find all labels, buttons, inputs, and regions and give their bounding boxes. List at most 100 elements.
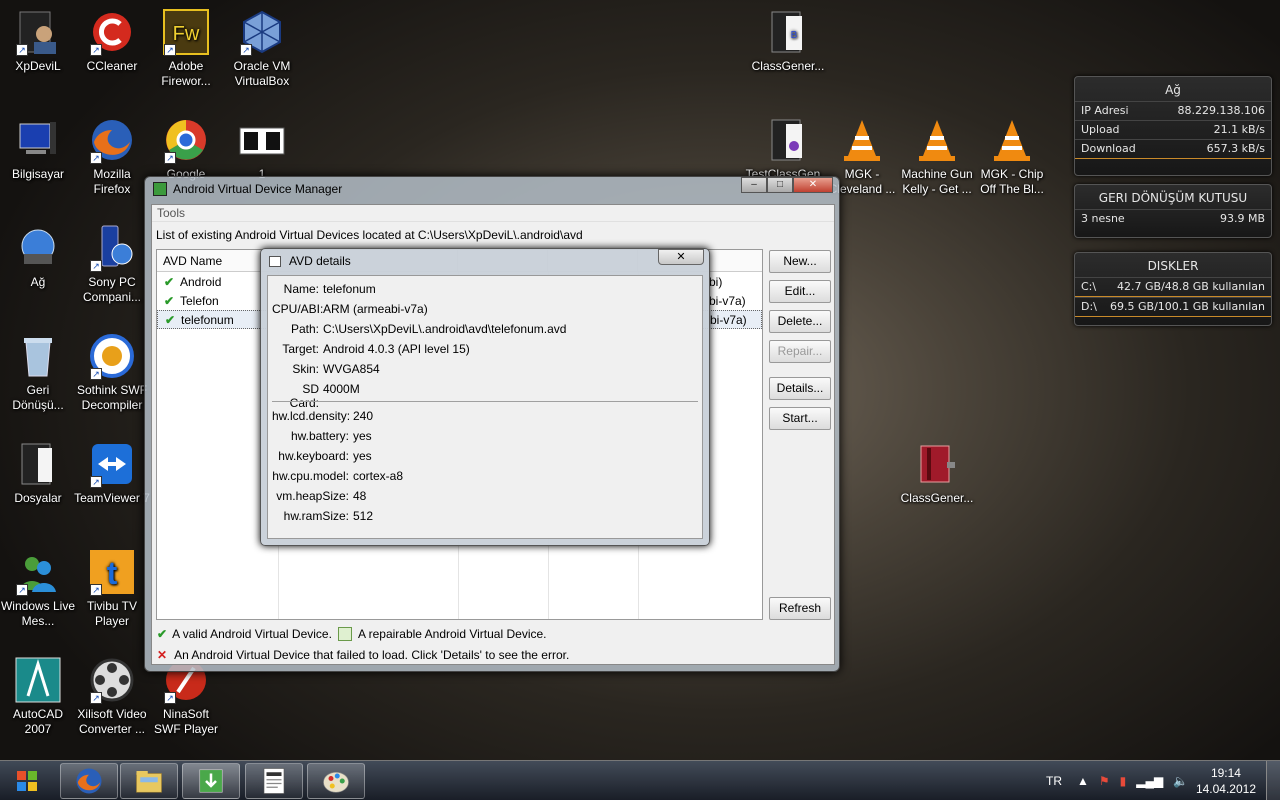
legend-row: ✕ An Android Virtual Device that failed …	[157, 648, 570, 662]
desktop-icon-tivibu[interactable]: t ↗ Tivibu TV Player	[74, 548, 150, 629]
desktop-icon-teamviewer[interactable]: ↗ TeamViewer 7	[74, 440, 150, 506]
valid-check-icon: ✔	[165, 312, 176, 327]
desktop-icon-image[interactable]: 1	[224, 116, 300, 182]
detail-field: Name: telefonum	[283, 282, 376, 296]
gadget-row: C:\ 42.7 GB/48.8 GB kullanılan	[1075, 277, 1271, 297]
gadget-row: IP Adresi 88.229.138.106	[1075, 101, 1271, 120]
minimize-icon[interactable]: –	[741, 177, 767, 193]
avd-manager-icon	[199, 769, 223, 793]
svg-text:B: B	[791, 30, 798, 41]
show-desktop-button[interactable]	[1266, 761, 1280, 800]
hw-field: hw.keyboard: yes	[278, 449, 372, 463]
language-indicator[interactable]: TR	[1046, 761, 1062, 800]
taskbar-avd-manager[interactable]	[182, 763, 240, 799]
gadget-row: D:\ 69.5 GB/100.1 GB kullanılan	[1075, 297, 1271, 317]
title-bar[interactable]: Android Virtual Device Manager	[145, 177, 839, 201]
desktop-icon-files[interactable]: Dosyalar	[0, 440, 76, 506]
computer-icon	[14, 116, 62, 164]
desktop-icon-network[interactable]: Ağ	[0, 224, 76, 290]
taskbar-notepad[interactable]	[245, 763, 303, 799]
edit-button[interactable]: Edit...	[769, 280, 831, 303]
valid-check-icon: ✔	[157, 627, 168, 641]
start-button[interactable]	[2, 763, 52, 799]
notepad-icon	[263, 768, 285, 794]
desktop-icon-classgen-2[interactable]: ClassGener...	[898, 440, 976, 506]
taskbar-paint[interactable]	[307, 763, 365, 799]
chrome-icon: ↗	[162, 116, 210, 164]
teamviewer-icon: ↗	[88, 440, 136, 488]
folder-icon	[14, 440, 62, 488]
tivibu-icon: t ↗	[88, 548, 136, 596]
menu-bar: Tools	[152, 205, 834, 222]
desktop-icon-sothink[interactable]: ↗ Sothink SWF Decompiler	[74, 332, 150, 413]
svg-text:Fw: Fw	[173, 23, 200, 45]
desktop-icon-chrome[interactable]: ↗ Google	[148, 116, 224, 182]
desktop-icon-testclassgen[interactable]: TestClassGen...	[746, 116, 830, 182]
delete-button[interactable]: Delete...	[769, 310, 831, 333]
clock-date: 14.04.2012	[1195, 782, 1256, 796]
firefox-icon: ↗	[88, 116, 136, 164]
desktop-icon-computer[interactable]: Bilgisayar	[0, 116, 76, 182]
menu-tools[interactable]: Tools	[157, 206, 185, 220]
windows-logo-icon	[17, 771, 37, 791]
messenger-icon: ↗	[14, 548, 62, 596]
dialog-title: AVD details	[289, 254, 351, 268]
desktop-icon-vlc-3[interactable]: MGK - Chip Off The Bl...	[973, 116, 1051, 197]
taskbar-firefox[interactable]	[60, 763, 118, 799]
avd-details-dialog: AVD details ✕ Name: telefonum CPU/ABI: ARM…	[260, 248, 710, 546]
volume-icon[interactable]: 🔈	[1173, 774, 1188, 788]
legend-row: ✔ A valid Android Virtual Device. A repa…	[157, 627, 547, 641]
desktop-icon-recycle-bin[interactable]: Geri Dönüşü...	[0, 332, 76, 413]
desktop-icon-messenger[interactable]: ↗ Windows Live Mes...	[0, 548, 76, 629]
new-button[interactable]: New...	[769, 250, 831, 273]
gadget-row: 3 nesne 93.9 MB	[1075, 209, 1271, 228]
dialog-close-icon[interactable]: ✕	[658, 249, 704, 265]
gadget-title: DISKLER	[1147, 259, 1199, 273]
hw-field: vm.heapSize: 48	[276, 489, 367, 503]
desktop-icon-firefox[interactable]: ↗ Mozilla Firefox	[74, 116, 150, 197]
dialog-body: Name: telefonum CPU/ABI: ARM (armeabi-v7a)…	[267, 275, 703, 539]
dialog-title-bar[interactable]: AVD details	[261, 249, 709, 273]
details-button[interactable]: Details...	[769, 377, 831, 400]
desktop-icon-fireworks[interactable]: Fw ↗ Adobe Firewor...	[148, 8, 224, 89]
system-tray: ▲ ⚑ ▮ ▂▄▆ 🔈	[1077, 761, 1188, 800]
autocad-icon	[14, 656, 62, 704]
detail-field: SD Card: 4000M	[289, 382, 360, 410]
clock-time: 19:14	[1210, 766, 1241, 780]
desktop-icon-vlc-2[interactable]: Machine Gun Kelly - Get ...	[898, 116, 976, 197]
signal-icon[interactable]: ▂▄▆	[1136, 774, 1163, 788]
clock[interactable]: 19:14 14.04.2012	[1196, 765, 1256, 797]
desktop-icon-virtualbox[interactable]: ↗ Oracle VM VirtualBox	[224, 8, 300, 89]
gadget-row: Download 657.3 kB/s	[1075, 139, 1271, 159]
action-center-icon[interactable]: ⚑	[1099, 774, 1110, 788]
virtualbox-icon: ↗	[238, 8, 286, 56]
maximize-icon[interactable]: □	[767, 177, 793, 193]
network-gadget: Ağ IP Adresi 88.229.138.106 Upload 21.1 kB…	[1074, 76, 1272, 176]
adobe-fireworks-icon: Fw ↗	[162, 8, 210, 56]
gadget-row: Upload 21.1 kB/s	[1075, 120, 1271, 139]
start-button[interactable]: Start...	[769, 407, 831, 430]
taskbar-explorer[interactable]	[120, 763, 178, 799]
desktop-icon-autocad[interactable]: AutoCAD 2007	[0, 656, 76, 737]
power-icon[interactable]: ▮	[1120, 774, 1127, 788]
hw-field: hw.battery: yes	[290, 429, 372, 443]
firefox-icon	[76, 768, 102, 794]
refresh-button[interactable]: Refresh	[769, 597, 831, 620]
sothink-icon: ↗	[88, 332, 136, 380]
gadget-title: GERI DÖNÜŞÜM KUTUSU	[1098, 191, 1248, 205]
disks-gadget: DISKLER C:\ 42.7 GB/48.8 GB kullanılan D:…	[1074, 252, 1272, 326]
svg-text:t: t	[107, 555, 118, 591]
desktop-icon-xpdevil[interactable]: ↗ XpDeviL	[0, 8, 76, 74]
hw-field: hw.lcd.density: 240	[272, 409, 374, 423]
winrar-icon	[913, 440, 961, 488]
desktop-icon-ccleaner[interactable]: ↗ CCleaner	[74, 8, 150, 74]
desktop-icon-classgen-1[interactable]: B ClassGener...	[749, 8, 827, 74]
detail-field: Target: Android 4.0.3 (API level 15)	[282, 342, 470, 356]
desktop-icon-xilisoft[interactable]: ↗ Xilisoft Video Converter ...	[74, 656, 150, 737]
class-generator-icon	[764, 116, 812, 164]
class-generator-icon: B	[764, 8, 812, 56]
show-hidden-icons-icon[interactable]: ▲	[1077, 774, 1089, 788]
desktop-icon-sony[interactable]: ↗ Sony PC Compani...	[74, 224, 150, 305]
repair-button[interactable]: Repair...	[769, 340, 831, 363]
close-icon[interactable]: ✕	[793, 177, 833, 193]
